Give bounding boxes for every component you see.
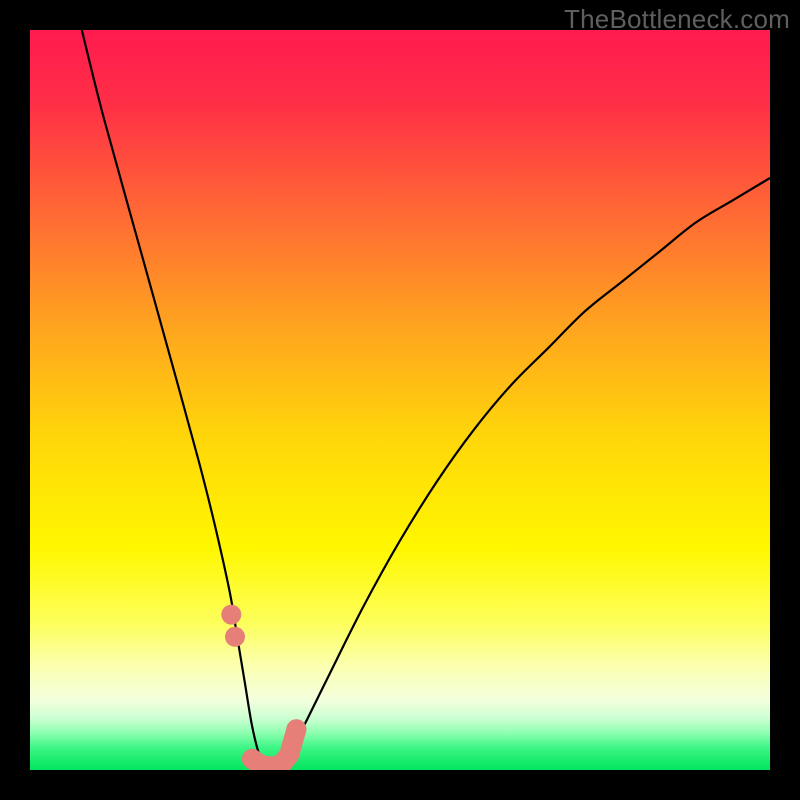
dot	[225, 627, 245, 647]
dot	[221, 605, 241, 625]
plot-area	[30, 30, 770, 770]
dot	[286, 719, 306, 739]
chart-frame: TheBottleneck.com	[0, 0, 800, 800]
bottleneck-curve	[82, 30, 770, 770]
highlight-dots	[221, 605, 306, 770]
dot	[279, 745, 299, 765]
curve-layer	[30, 30, 770, 770]
watermark-text: TheBottleneck.com	[564, 4, 790, 35]
